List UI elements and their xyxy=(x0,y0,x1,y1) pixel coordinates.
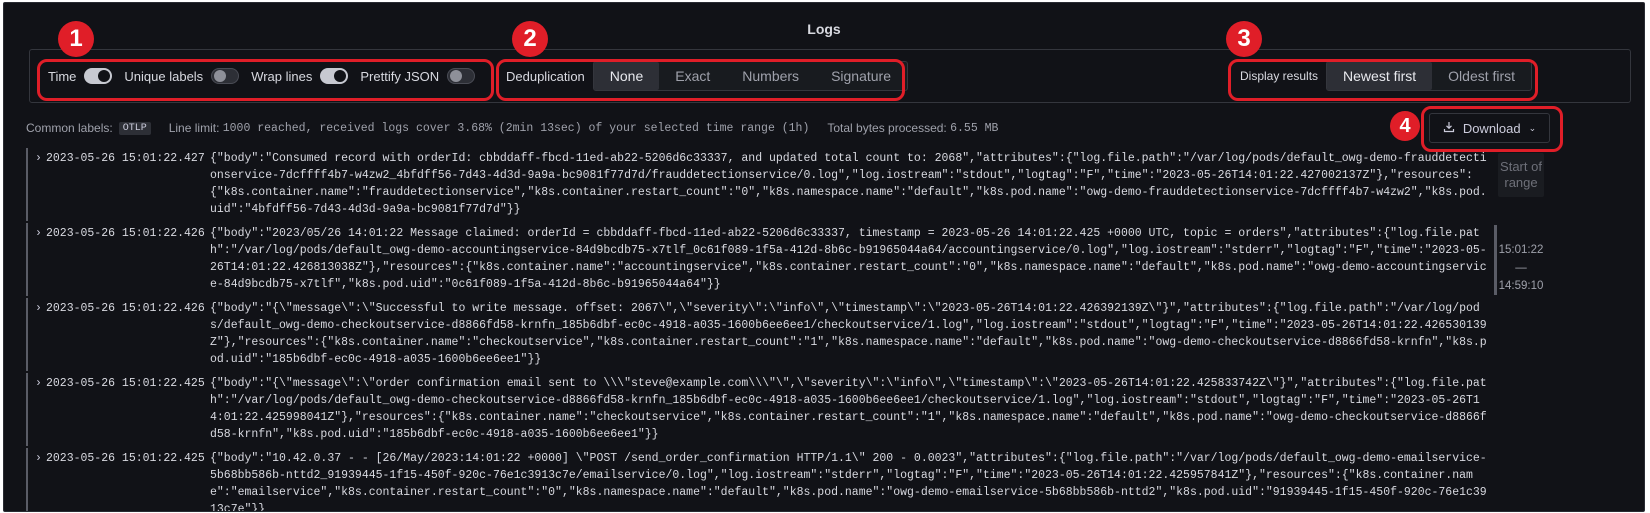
annotation-number-3: 3 xyxy=(1226,21,1262,57)
log-timestamp: 2023-05-26 15:01:22.425 xyxy=(46,452,205,465)
annotation-box-3 xyxy=(1228,59,1538,101)
log-row[interactable]: › 2023-05-26 15:01:22.425 {"body":"10.42… xyxy=(26,448,1487,511)
timeline-top-time: 15:01:22 xyxy=(1498,244,1544,256)
timeline-dash: — xyxy=(1515,262,1527,274)
log-line: {"body":"2023/05/26 14:01:22 Message cla… xyxy=(210,227,1487,291)
log-timestamp: 2023-05-26 15:01:22.426 xyxy=(46,302,205,315)
annotation-number-1: 1 xyxy=(58,21,94,57)
timeline-bar[interactable] xyxy=(1494,225,1497,295)
annotation-number-2: 2 xyxy=(512,21,548,57)
log-line: {"body":"{\"message\":\"Successful to wr… xyxy=(210,302,1487,366)
expand-chevron-icon[interactable]: › xyxy=(35,375,42,392)
annotation-number-4: 4 xyxy=(1390,111,1420,141)
panel-title: Logs xyxy=(807,21,841,37)
annotation-box-1 xyxy=(37,59,494,101)
line-limit-value: 1000 reached, received logs cover 3.68% … xyxy=(222,121,810,135)
log-row[interactable]: › 2023-05-26 15:01:22.426 {"body":"2023/… xyxy=(26,223,1487,296)
log-line: {"body":"10.42.0.37 - - [26/May/2023:14:… xyxy=(210,452,1487,512)
line-limit-label: Line limit: xyxy=(168,121,220,135)
bytes-processed-value: 6.55 MB xyxy=(950,121,999,135)
timeline-bottom-time: 14:59:10 xyxy=(1498,280,1544,292)
annotation-box-2 xyxy=(496,59,905,101)
logs-navigation: Start of range 15:01:22 — 14:59:10 xyxy=(1498,153,1544,295)
annotation-box-4 xyxy=(1421,106,1563,152)
log-timestamp: 2023-05-26 15:01:22.427 xyxy=(46,152,205,165)
log-timestamp: 2023-05-26 15:01:22.425 xyxy=(46,377,205,390)
log-list: › 2023-05-26 15:01:22.427 {"body":"Consu… xyxy=(26,148,1487,511)
common-labels-label: Common labels: xyxy=(26,121,113,135)
log-line: {"body":"{\"message\":\"order confirmati… xyxy=(210,377,1487,441)
log-timestamp: 2023-05-26 15:01:22.426 xyxy=(46,227,205,240)
log-row[interactable]: › 2023-05-26 15:01:22.425 {"body":"{\"me… xyxy=(26,373,1487,446)
expand-chevron-icon[interactable]: › xyxy=(35,150,42,167)
expand-chevron-icon[interactable]: › xyxy=(35,225,42,242)
common-label-badge: OTLP xyxy=(118,121,151,135)
expand-chevron-icon[interactable]: › xyxy=(35,450,42,467)
log-meta-bar: Common labels: OTLP Line limit: 1000 rea… xyxy=(26,121,998,135)
log-row[interactable]: › 2023-05-26 15:01:22.427 {"body":"Consu… xyxy=(26,148,1487,221)
bytes-processed-label: Total bytes processed: xyxy=(827,121,947,135)
start-of-range-button[interactable]: Start of range xyxy=(1498,153,1544,197)
log-line: {"body":"Consumed record with orderId: c… xyxy=(210,152,1487,216)
log-row[interactable]: › 2023-05-26 15:01:22.426 {"body":"{\"me… xyxy=(26,298,1487,371)
expand-chevron-icon[interactable]: › xyxy=(35,300,42,317)
